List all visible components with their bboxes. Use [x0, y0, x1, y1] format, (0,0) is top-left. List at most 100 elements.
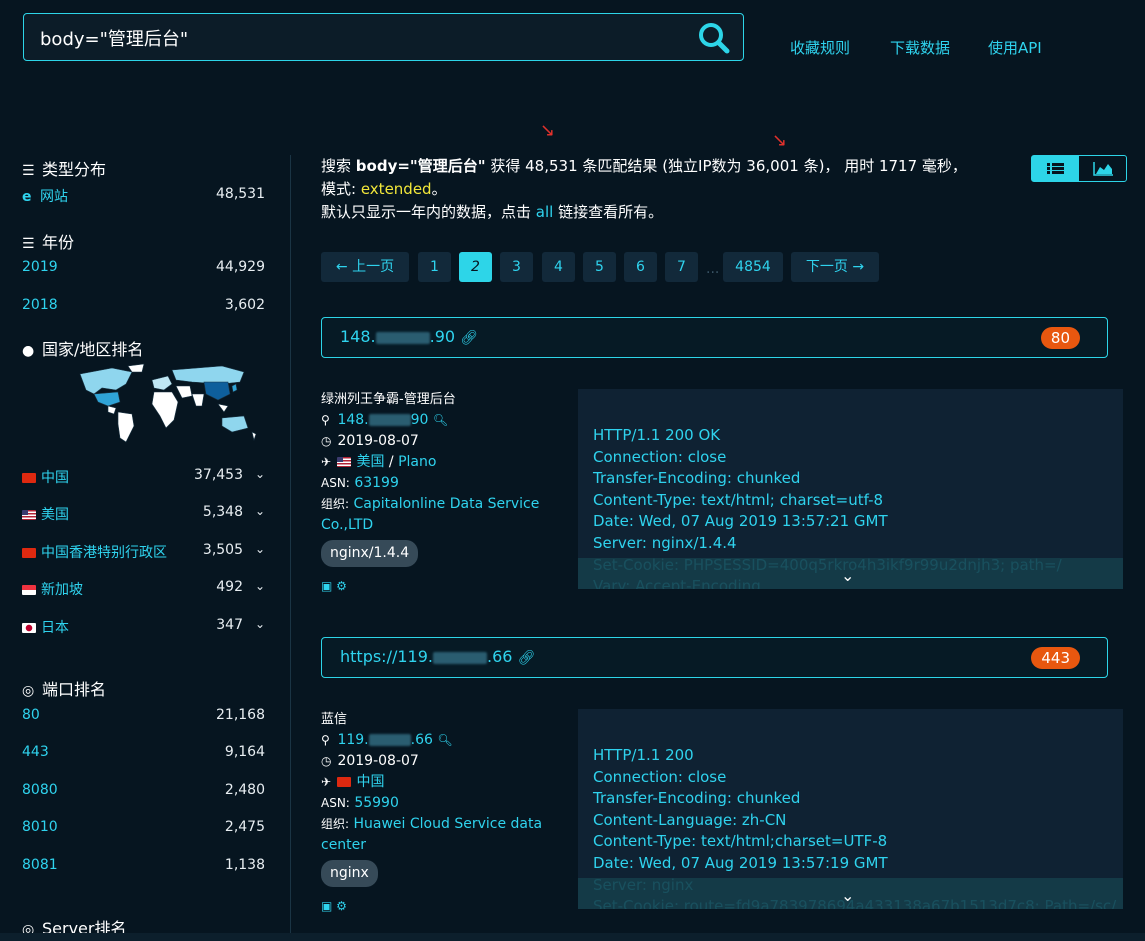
china-flag-icon	[22, 473, 36, 483]
file-code-icon[interactable]: ▣	[321, 899, 332, 913]
map-marker-icon: ⚲	[321, 733, 330, 747]
chevron-down-icon[interactable]: ⌄	[841, 566, 854, 585]
asn-link[interactable]: 55990	[354, 795, 399, 811]
result-url-bar: 148. .90 🔗︎ 80	[321, 317, 1108, 358]
map-marker-icon: ⚲	[321, 413, 330, 427]
year-label: 2018	[22, 297, 58, 313]
country-link[interactable]: 中国	[356, 774, 384, 790]
port-row-443[interactable]: 443 9,164	[22, 744, 265, 764]
type-label: 网站	[40, 189, 68, 205]
prev-page-button[interactable]: ← 上一页	[321, 252, 409, 282]
summary-got: 获得	[490, 157, 521, 175]
result-url-link[interactable]: https://119. .66 🔗︎	[340, 647, 535, 666]
use-api-link[interactable]: 使用API	[988, 37, 1042, 58]
type-count: 48,531	[216, 186, 265, 202]
year-count: 3,602	[224, 297, 265, 313]
summary-end: 。	[431, 180, 447, 198]
org-link[interactable]: Huawei Cloud Service data center	[321, 816, 542, 853]
country-row-singapore[interactable]: 新加坡 492 ⌄	[22, 579, 265, 599]
result-url-link[interactable]: 148. .90 🔗︎	[340, 327, 478, 346]
result-title: 绿洲列王争霸-管理后台	[321, 392, 456, 407]
chevron-down-icon[interactable]: ⌄	[255, 542, 265, 556]
asn-label: ASN:	[321, 796, 350, 810]
chevron-down-icon[interactable]: ⌄	[255, 467, 265, 481]
port-row-8080[interactable]: 8080 2,480	[22, 782, 265, 802]
cogs-icon[interactable]: ⚙	[336, 579, 347, 593]
search-summary: 搜索 body="管理后台" 获得 48,531 条匹配结果 (独立IP数为 3…	[321, 155, 971, 224]
chevron-down-icon[interactable]: ⌄	[255, 617, 265, 631]
http-headers-panel: HTTP/1.1 200 Connection: close Transfer-…	[578, 709, 1123, 909]
result-meta: 绿洲列王争霸-管理后台 ⚲ 148. 90 🔍︎ ◷ 2019-08-07 ✈ 美…	[321, 389, 551, 597]
country-count: 5,348	[202, 504, 243, 520]
type-row-website[interactable]: e 网站 48,531	[22, 186, 265, 206]
port-row-8081[interactable]: 8081 1,138	[22, 857, 265, 877]
top-bar: 收藏规则 下载数据 使用API	[0, 0, 1145, 80]
result-ip-link[interactable]: 148. 90	[337, 412, 428, 428]
server-tag[interactable]: nginx/1.4.4	[321, 540, 419, 567]
country-row-usa[interactable]: 美国 5,348 ⌄	[22, 504, 265, 524]
link-icon[interactable]: 🔗︎	[518, 650, 536, 666]
page-button[interactable]: 5	[583, 252, 616, 282]
page-button[interactable]: 1	[418, 252, 451, 282]
country-row-hongkong[interactable]: 中国香港特别行政区 3,505 ⌄	[22, 542, 265, 562]
area-chart-icon	[1093, 162, 1113, 176]
port-row-80[interactable]: 80 21,168	[22, 707, 265, 727]
port-count: 1,138	[224, 857, 265, 873]
summary-mode: extended	[360, 180, 432, 198]
list-view-button[interactable]	[1032, 156, 1079, 181]
country-row-japan[interactable]: 日本 347 ⌄	[22, 617, 265, 637]
year-row-2019[interactable]: 2019 44,929	[22, 259, 265, 279]
url-suffix: .90	[429, 327, 456, 346]
type-title-text: 类型分布	[42, 160, 107, 179]
location-separator: /	[388, 454, 394, 470]
country-count: 492	[216, 579, 243, 595]
all-link[interactable]: all	[536, 203, 554, 221]
asn-link[interactable]: 63199	[354, 475, 399, 491]
pagination-ellipsis: ...	[706, 261, 720, 277]
cogs-icon[interactable]: ⚙	[336, 899, 347, 913]
page-button[interactable]: 7	[665, 252, 698, 282]
org-label: 组织:	[321, 497, 350, 511]
country-label: 美国	[41, 507, 69, 523]
page-button[interactable]: 6	[624, 252, 657, 282]
org-link[interactable]: Capitalonline Data Service Co.,LTD	[321, 496, 539, 533]
search-box	[23, 13, 744, 61]
port-badge[interactable]: 80	[1040, 327, 1080, 349]
search-ip-icon[interactable]: 🔍︎	[433, 413, 448, 427]
org-label: 组织:	[321, 817, 350, 831]
chevron-down-icon[interactable]: ⌄	[255, 579, 265, 593]
summary-mid: 条匹配结果 (独立IP数为	[582, 157, 742, 175]
url-prefix: https://119.	[340, 647, 433, 666]
favorite-rules-link[interactable]: 收藏规则	[790, 37, 850, 58]
download-data-link[interactable]: 下载数据	[890, 37, 950, 58]
ie-icon: e	[22, 189, 32, 205]
page-button-active[interactable]: 2	[459, 252, 492, 282]
port-count: 2,475	[224, 819, 265, 835]
search-ip-icon[interactable]: 🔍︎	[437, 733, 452, 747]
port-badge[interactable]: 443	[1031, 647, 1080, 669]
china-flag-icon	[337, 777, 352, 787]
summary-note-b: 链接查看所有。	[558, 203, 664, 221]
result-ip-link[interactable]: 119. .66	[337, 732, 432, 748]
last-page-button[interactable]: 4854	[723, 252, 783, 282]
city-link[interactable]: Plano	[398, 454, 436, 470]
clock-icon: ◷	[321, 434, 332, 448]
type-distribution-title: ☰ 类型分布	[22, 156, 106, 180]
country-label: 新加坡	[41, 582, 83, 598]
next-page-button[interactable]: 下一页 →	[791, 252, 879, 282]
chevron-down-icon[interactable]: ⌄	[255, 504, 265, 518]
page-button[interactable]: 3	[500, 252, 533, 282]
chevron-down-icon[interactable]: ⌄	[841, 886, 854, 905]
server-tag[interactable]: nginx	[321, 860, 378, 887]
page-button[interactable]: 4	[542, 252, 575, 282]
link-icon[interactable]: 🔗︎	[460, 330, 478, 346]
search-button[interactable]	[697, 21, 731, 55]
search-input[interactable]	[38, 25, 682, 51]
port-row-8010[interactable]: 8010 2,475	[22, 819, 265, 839]
world-map[interactable]	[72, 362, 262, 446]
file-code-icon[interactable]: ▣	[321, 579, 332, 593]
chart-view-button[interactable]	[1080, 156, 1127, 181]
year-row-2018[interactable]: 2018 3,602	[22, 297, 265, 317]
country-link[interactable]: 美国	[356, 454, 384, 470]
country-row-china[interactable]: 中国 37,453 ⌄	[22, 467, 265, 487]
